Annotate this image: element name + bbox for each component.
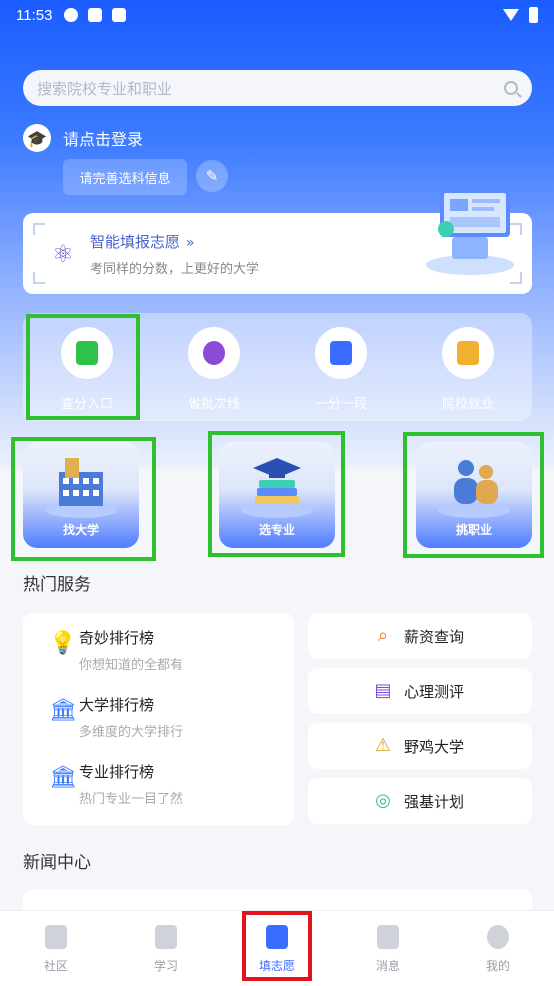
smart-fill-subtitle: 考同样的分数，上更好的大学 <box>90 262 260 277</box>
tab-community[interactable]: 社区 <box>16 925 96 974</box>
salary-query-button[interactable]: ⌕ 薪资查询 <box>308 613 532 659</box>
edit-icon[interactable]: ✎ <box>196 160 228 192</box>
strong-base-plan-button[interactable]: ◎ 强基计划 <box>308 778 532 824</box>
profile-icon <box>487 925 509 949</box>
highlight-box <box>26 314 140 420</box>
ranking-item-fun[interactable]: 💡 奇妙排行榜 你想知道的全都有 <box>49 627 184 673</box>
login-link[interactable]: 请点击登录 <box>63 126 143 150</box>
smart-fill-title: 智能填报志愿» <box>90 233 195 251</box>
ranking-item-title: 大学排行榜 <box>79 696 155 714</box>
service-label: 野鸡大学 <box>404 737 465 756</box>
status-bar: 11:53 <box>0 0 554 30</box>
highlight-box <box>208 431 345 557</box>
quick-action-label: 院校就业 <box>441 397 494 412</box>
ranking-item-major[interactable]: 🏛 专业排行榜 热门专业一目了然 <box>49 761 184 807</box>
quick-action-label: 一分一段 <box>314 397 367 412</box>
ranking-item-subtitle: 你想知道的全都有 <box>79 658 184 673</box>
ranking-item-title: 奇妙排行榜 <box>79 629 155 647</box>
highlight-box <box>403 432 544 558</box>
school-building-icon: 🏛 <box>49 765 77 790</box>
service-label: 薪资查询 <box>404 627 465 646</box>
complete-subject-info-button[interactable]: 请完善选科信息 <box>63 159 187 195</box>
quick-action-batch-line[interactable]: 省批次线 <box>164 327 264 412</box>
message-icon <box>377 925 399 949</box>
tab-label: 消息 <box>375 959 400 973</box>
battery-icon <box>529 7 538 23</box>
tab-study[interactable]: 学习 <box>126 925 206 974</box>
chart-pie-icon <box>188 327 240 379</box>
magnifier-icon: ⌕ <box>377 625 389 646</box>
fake-university-button[interactable]: ⚠ 野鸡大学 <box>308 723 532 769</box>
highlight-box <box>11 437 156 561</box>
quick-action-score-segment[interactable]: 一分一段 <box>291 327 391 412</box>
ranking-item-title: 专业排行榜 <box>79 763 155 781</box>
storage-status-icon <box>112 8 127 22</box>
briefcase-check-icon <box>442 327 494 379</box>
quick-action-college-employment[interactable]: 院校就业 <box>418 327 518 412</box>
graduation-cap-icon: 🎓 <box>23 124 51 152</box>
atom-icon: ⚛ <box>52 240 74 268</box>
storage-status-icon <box>88 8 103 22</box>
tab-label: 学习 <box>153 959 178 973</box>
search-placeholder: 搜索院校专业和职业 <box>37 79 173 98</box>
psychology-test-button[interactable]: ▤ 心理测评 <box>308 668 532 714</box>
lightbulb-icon: 💡 <box>49 631 77 656</box>
book-icon <box>155 925 177 949</box>
ranking-item-subtitle: 热门专业一目了然 <box>79 792 184 807</box>
rankings-card: 💡 奇妙排行榜 你想知道的全都有 🏛 大学排行榜 多维度的大学排行 🏛 专业排行… <box>23 613 294 825</box>
wifi-icon <box>503 9 519 21</box>
tab-label: 我的 <box>485 959 510 973</box>
frame-corner <box>33 272 45 284</box>
ranking-item-university[interactable]: 🏛 大学排行榜 多维度的大学排行 <box>49 694 184 740</box>
clipboard-icon: ▤ <box>374 680 392 701</box>
tab-messages[interactable]: 消息 <box>348 925 428 974</box>
news-center-title: 新闻中心 <box>23 853 91 873</box>
school-building-icon: 🏛 <box>49 698 77 723</box>
hot-services-title: 热门服务 <box>23 575 91 595</box>
status-time: 11:53 <box>16 6 53 24</box>
document-segment-icon <box>315 327 367 379</box>
service-label: 心理测评 <box>404 682 465 701</box>
monitor-illustration <box>426 189 514 275</box>
frame-corner <box>33 223 45 235</box>
highlight-box <box>242 911 312 981</box>
ranking-item-subtitle: 多维度的大学排行 <box>79 725 184 740</box>
wave-circle-icon: ◎ <box>375 790 391 811</box>
sync-status-icon <box>64 8 79 22</box>
search-icon <box>504 81 518 95</box>
bottom-tab-bar: 社区 学习 填志愿 消息 我的 <box>0 910 554 986</box>
smart-fill-card[interactable]: ⚛ 智能填报志愿» 考同样的分数，上更好的大学 <box>23 189 532 294</box>
quick-action-label: 省批次线 <box>187 397 240 412</box>
service-label: 强基计划 <box>404 792 465 811</box>
login-row[interactable]: 🎓 请点击登录 <box>23 124 143 152</box>
tab-label: 社区 <box>43 959 68 973</box>
search-input[interactable]: 搜索院校专业和职业 <box>23 70 532 106</box>
community-icon <box>45 925 67 949</box>
tab-profile[interactable]: 我的 <box>458 925 538 974</box>
double-chevron-icon: » <box>186 235 195 251</box>
warning-bell-icon: ⚠ <box>374 735 392 756</box>
